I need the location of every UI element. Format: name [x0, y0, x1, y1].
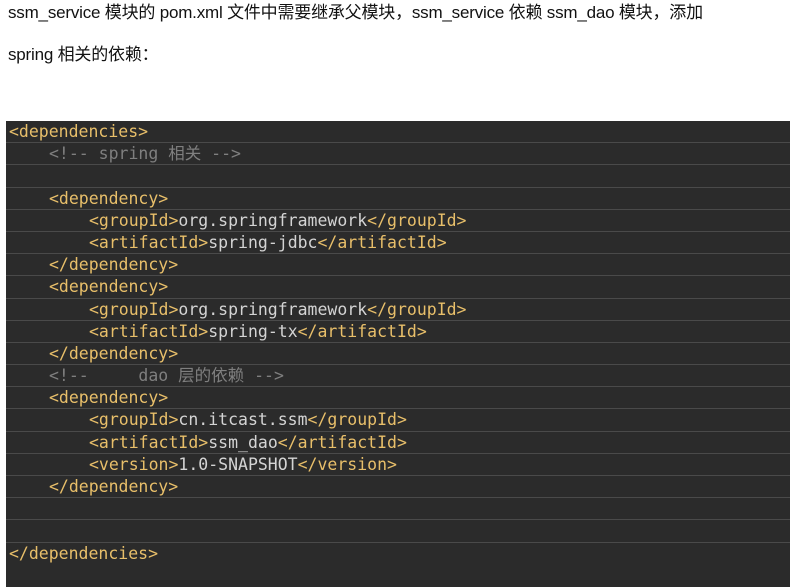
- xml-close-tag: </artifactId>: [317, 232, 447, 252]
- code-line: </dependency>: [6, 343, 790, 366]
- intro-line-2: spring 相关的依赖：: [8, 45, 159, 64]
- xml-tag: </dependencies>: [9, 543, 159, 563]
- intro-line-1: ssm_service 模块的 pom.xml 文件中需要继承父模块，ssm_s…: [8, 3, 703, 22]
- xml-value: 1.0-SNAPSHOT: [178, 454, 298, 474]
- code-line: <artifactId>spring-tx</artifactId>: [6, 321, 790, 343]
- code-line: <dependency>: [6, 387, 790, 410]
- xml-tag: <dependencies>: [9, 122, 149, 141]
- code-line: [6, 165, 790, 188]
- xml-value: spring-tx: [208, 321, 298, 341]
- code-line: <dependency>: [6, 276, 790, 299]
- code-line: <!-- spring 相关 -->: [6, 143, 790, 166]
- xml-open-tag: <groupId>: [89, 410, 179, 430]
- code-line: <groupId>org.springframework</groupId>: [6, 299, 790, 321]
- xml-close-tag: </groupId>: [307, 410, 407, 430]
- xml-tag: </dependency>: [49, 255, 179, 275]
- code-line: </dependencies>: [6, 543, 790, 565]
- xml-open-tag: <groupId>: [89, 299, 179, 319]
- xml-comment: <!-- spring 相关 -->: [49, 144, 241, 164]
- xml-open-tag: <artifactId>: [89, 232, 209, 252]
- xml-open-tag: <version>: [89, 454, 179, 474]
- xml-value: cn.itcast.ssm: [178, 410, 308, 430]
- code-line: <!-- dao 层的依赖 -->: [6, 365, 790, 388]
- xml-close-tag: </groupId>: [367, 210, 467, 230]
- xml-open-tag: <artifactId>: [89, 321, 209, 341]
- xml-tag: <dependency>: [49, 188, 169, 208]
- xml-tag: <dependency>: [49, 277, 169, 297]
- xml-close-tag: </version>: [297, 454, 397, 474]
- xml-close-tag: </groupId>: [367, 299, 467, 319]
- xml-close-tag: </artifactId>: [297, 321, 427, 341]
- code-line: <artifactId>spring-jdbc</artifactId>: [6, 232, 790, 255]
- xml-tag: </dependency>: [49, 343, 179, 363]
- xml-value: spring-jdbc: [208, 232, 318, 252]
- xml-tag: </dependency>: [49, 477, 179, 496]
- xml-open-tag: <groupId>: [89, 210, 179, 230]
- code-line: <groupId>org.springframework</groupId>: [6, 210, 790, 232]
- xml-open-tag: <artifactId>: [89, 432, 209, 452]
- code-line: <version>1.0-SNAPSHOT</version>: [6, 454, 790, 476]
- code-block: <dependencies> <!-- spring 相关 --> <depende…: [6, 121, 790, 587]
- code-line: [6, 520, 790, 543]
- code-line: <dependency>: [6, 188, 790, 210]
- xml-value: org.springframework: [178, 299, 368, 319]
- code-line: <dependencies>: [6, 121, 790, 144]
- code-line: [6, 498, 790, 521]
- xml-close-tag: </artifactId>: [277, 432, 407, 452]
- xml-value: org.springframework: [178, 210, 368, 230]
- xml-value: ssm_dao: [208, 432, 278, 452]
- code-line: <artifactId>ssm_dao</artifactId>: [6, 432, 790, 454]
- code-line: </dependency>: [6, 476, 790, 499]
- xml-comment: <!-- dao 层的依赖 -->: [49, 366, 284, 386]
- xml-tag: <dependency>: [49, 388, 169, 408]
- code-line: <groupId>cn.itcast.ssm</groupId>: [6, 409, 790, 432]
- code-line: </dependency>: [6, 254, 790, 277]
